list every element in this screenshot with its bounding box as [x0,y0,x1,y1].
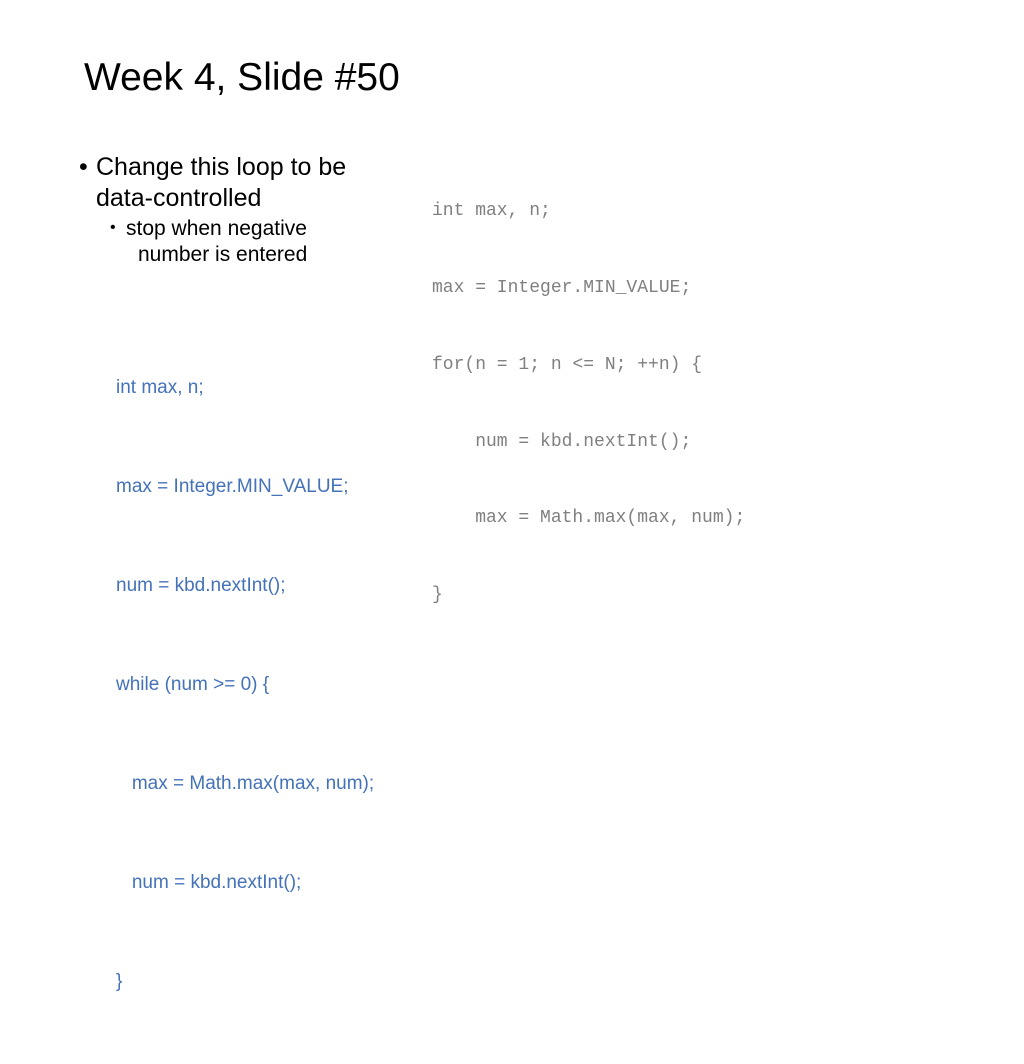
code-line: int max, n; [116,377,204,398]
page-title: Week 4, Slide #50 [84,56,400,99]
code-line: while (num >= 0) { [116,674,270,695]
code-line: max = Integer.MIN_VALUE; [116,476,349,497]
slide-canvas: Week 4, Slide #50 • Change this loop to … [0,0,1024,992]
bullet-dot-icon: • [79,153,88,181]
code-line: num = kbd.nextInt(); [116,575,286,596]
list-item-level-2: • stop when negative number is entered [78,216,408,268]
code-line: max = Math.max(max, num); [116,773,375,794]
code-line: int max, n; [432,201,551,222]
code-line: } [116,971,123,992]
code-line: max = Math.max(max, num); [432,508,746,529]
code-line: num = kbd.nextInt(); [432,431,692,452]
code-line: num = kbd.nextInt(); [116,872,302,893]
code-block-for-loop: int max, n; max = Integer.MIN_VALUE; for… [432,148,745,660]
code-line: max = Integer.MIN_VALUE; [432,277,692,298]
sub-bullet-dot-icon: • [110,219,116,236]
code-line: } [432,585,443,606]
bullet-list: • Change this loop to be data-controlled… [78,152,408,268]
list-item-level-2-label-line2: number is entered [138,242,308,266]
list-item-level-1-label: Change this loop to be data-controlled [96,153,347,212]
code-block-while-loop: int max, n; max = Integer.MIN_VALUE; num… [116,305,374,1064]
list-item-level-1: • Change this loop to be data-controlled [78,152,408,213]
list-item-level-2-label-line1: stop when negative [126,217,307,240]
code-line: for(n = 1; n <= N; ++n) { [432,354,703,375]
